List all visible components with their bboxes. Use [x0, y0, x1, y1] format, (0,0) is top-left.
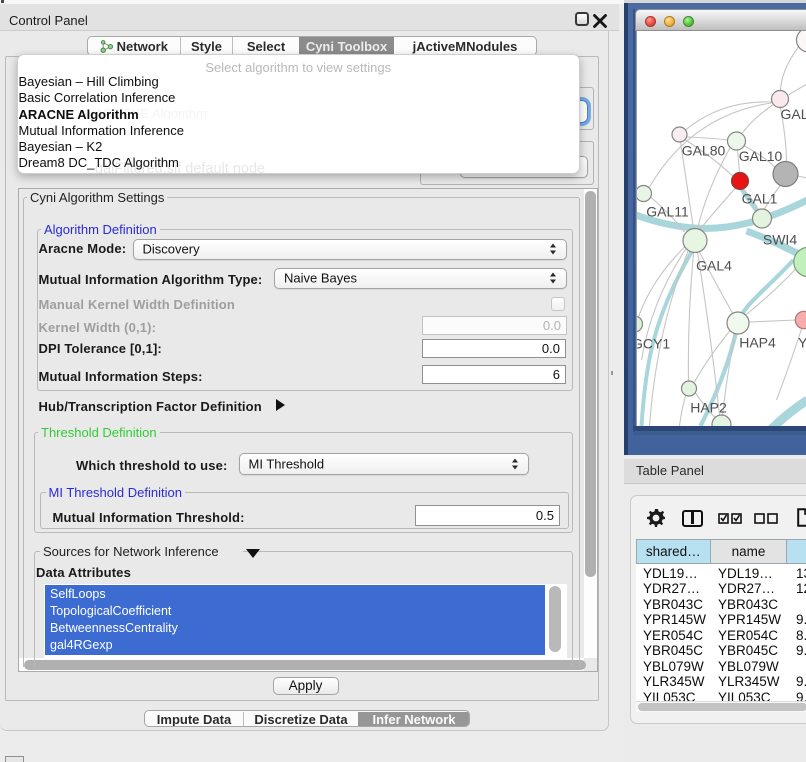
- svg-text:GAL80: GAL80: [681, 143, 725, 159]
- svg-text:HAP4: HAP4: [739, 335, 776, 351]
- svg-text:GAL4: GAL4: [696, 258, 732, 274]
- svg-text:GAL1: GAL1: [741, 191, 777, 207]
- svg-text:GAL10: GAL10: [738, 148, 782, 164]
- svg-text:GCY1: GCY1: [637, 336, 670, 352]
- svg-text:SWI4: SWI4: [762, 232, 796, 248]
- svg-text:GAL8: GAL8: [780, 106, 806, 122]
- svg-text:YJ: YJ: [798, 335, 806, 351]
- svg-text:GAL11: GAL11: [646, 204, 689, 220]
- svg-text:HAP2: HAP2: [690, 400, 727, 416]
